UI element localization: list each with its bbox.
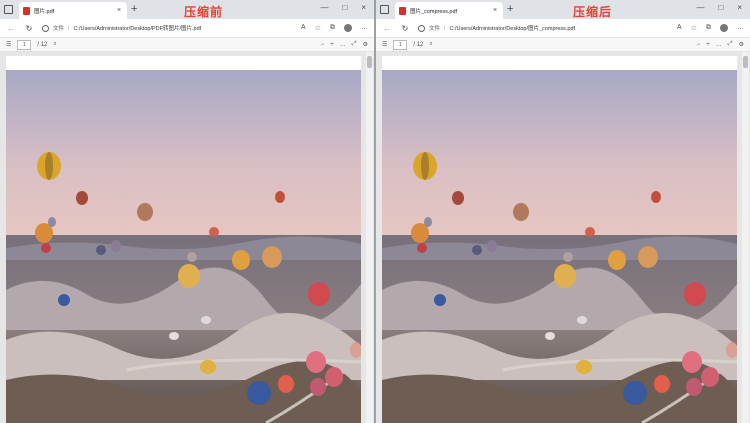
info-icon[interactable]	[42, 24, 49, 32]
contents-icon[interactable]: ☰	[6, 41, 11, 48]
fullscreen-icon[interactable]: ⤢	[352, 41, 357, 48]
more-tools-icon[interactable]: …	[340, 42, 346, 48]
address-separator: |	[68, 25, 70, 31]
profile-avatar[interactable]	[720, 24, 728, 32]
zoom-out-button[interactable]: −	[321, 42, 325, 48]
tab-title: 图片_compress.pdf	[410, 8, 458, 15]
tab-bar: 图片_compress.pdf × + — □ ×	[376, 0, 750, 19]
browser-window-after: 图片_compress.pdf × + — □ × ← ↻ 文件 | C:/Us…	[376, 0, 750, 423]
settings-icon[interactable]: ⚙	[363, 41, 368, 48]
search-icon[interactable]: ⌕	[53, 41, 56, 48]
navigation-bar: ← ↻ 文件 | C:/Users/Administrator/Desktop/…	[376, 19, 750, 37]
close-window-button[interactable]: ×	[737, 3, 742, 12]
refresh-icon[interactable]: ↻	[400, 24, 410, 33]
settings-icon[interactable]: ⚙	[739, 41, 744, 48]
window-menu-icon[interactable]	[4, 5, 13, 14]
close-tab-icon[interactable]: ×	[115, 7, 123, 14]
fullscreen-icon[interactable]: ⤢	[728, 41, 733, 48]
profile-avatar[interactable]	[344, 24, 352, 32]
pdf-viewer[interactable]	[0, 52, 374, 423]
url-text: C:/Users/Administrator/Desktop/图片_compre…	[449, 26, 576, 32]
tab-title: 图片.pdf	[34, 8, 55, 15]
more-tools-icon[interactable]: …	[716, 42, 722, 48]
more-menu-icon[interactable]: …	[361, 24, 368, 32]
page-number-input[interactable]: 1	[17, 39, 32, 50]
close-tab-icon[interactable]: ×	[491, 7, 499, 14]
zoom-out-button[interactable]: −	[697, 42, 701, 48]
back-icon[interactable]: ←	[382, 24, 392, 33]
pdf-page	[6, 56, 361, 423]
window-controls: — □ ×	[320, 3, 366, 12]
pdf-viewer[interactable]	[376, 52, 750, 423]
after-compression-label: 压缩后	[573, 5, 613, 19]
tab-active[interactable]: 图片.pdf ×	[19, 2, 127, 19]
more-menu-icon[interactable]: …	[737, 24, 744, 32]
zoom-in-button[interactable]: +	[706, 42, 710, 48]
pdf-file-icon	[399, 6, 406, 15]
vertical-scrollbar[interactable]	[742, 52, 749, 423]
read-aloud-icon[interactable]: A	[677, 24, 682, 32]
close-window-button[interactable]: ×	[361, 3, 366, 12]
pdf-page	[382, 56, 737, 423]
collections-icon[interactable]: ⧉	[330, 24, 335, 32]
new-tab-button[interactable]: +	[131, 3, 137, 15]
file-scheme-label: 文件	[429, 26, 441, 32]
new-tab-button[interactable]: +	[507, 3, 513, 15]
screen: 图片.pdf × + — □ × ← ↻ 文件 | C:/Users/Admin…	[0, 0, 750, 423]
scrollbar-thumb[interactable]	[367, 56, 372, 68]
toolbar-icons: A ☆ ⧉ …	[301, 24, 368, 32]
pdf-file-icon	[23, 6, 30, 15]
balloon-photo	[6, 70, 361, 423]
tab-active[interactable]: 图片_compress.pdf ×	[395, 2, 503, 19]
maximize-button[interactable]: □	[342, 3, 347, 12]
browser-window-before: 图片.pdf × + — □ × ← ↻ 文件 | C:/Users/Admin…	[0, 0, 374, 423]
address-bar[interactable]: 文件 | C:/Users/Administrator/Desktop/PDF转…	[42, 22, 293, 35]
scrollbar-thumb[interactable]	[743, 56, 748, 68]
balloon-photo	[382, 70, 737, 423]
window-controls: — □ ×	[696, 3, 742, 12]
address-bar[interactable]: 文件 | C:/Users/Administrator/Desktop/图片_c…	[418, 22, 669, 35]
read-aloud-icon[interactable]: A	[301, 24, 306, 32]
page-total: / 12	[37, 41, 48, 48]
favorite-star-icon[interactable]: ☆	[315, 24, 321, 32]
before-compression-label: 压缩前	[184, 5, 224, 19]
vertical-scrollbar[interactable]	[366, 52, 373, 423]
back-icon[interactable]: ←	[6, 24, 16, 33]
minimize-button[interactable]: —	[696, 3, 704, 12]
address-separator: |	[444, 25, 446, 31]
file-scheme-label: 文件	[53, 26, 65, 32]
url-text: C:/Users/Administrator/Desktop/PDF转图片/图片…	[73, 26, 202, 32]
navigation-bar: ← ↻ 文件 | C:/Users/Administrator/Desktop/…	[0, 19, 374, 37]
collections-icon[interactable]: ⧉	[706, 24, 711, 32]
pdf-toolbar: ☰ 1 / 12 ⌕ − + … ⤢ ⚙	[376, 37, 750, 52]
maximize-button[interactable]: □	[718, 3, 723, 12]
toolbar-icons: A ☆ ⧉ …	[677, 24, 744, 32]
pdf-toolbar: ☰ 1 / 12 ⌕ − + … ⤢ ⚙	[0, 37, 374, 52]
zoom-in-button[interactable]: +	[330, 42, 334, 48]
search-icon[interactable]: ⌕	[429, 41, 432, 48]
refresh-icon[interactable]: ↻	[24, 24, 34, 33]
contents-icon[interactable]: ☰	[382, 41, 387, 48]
favorite-star-icon[interactable]: ☆	[691, 24, 697, 32]
page-total: / 12	[413, 41, 424, 48]
page-number-input[interactable]: 1	[393, 39, 408, 50]
window-menu-icon[interactable]	[380, 5, 389, 14]
info-icon[interactable]	[418, 24, 425, 32]
minimize-button[interactable]: —	[320, 3, 328, 12]
